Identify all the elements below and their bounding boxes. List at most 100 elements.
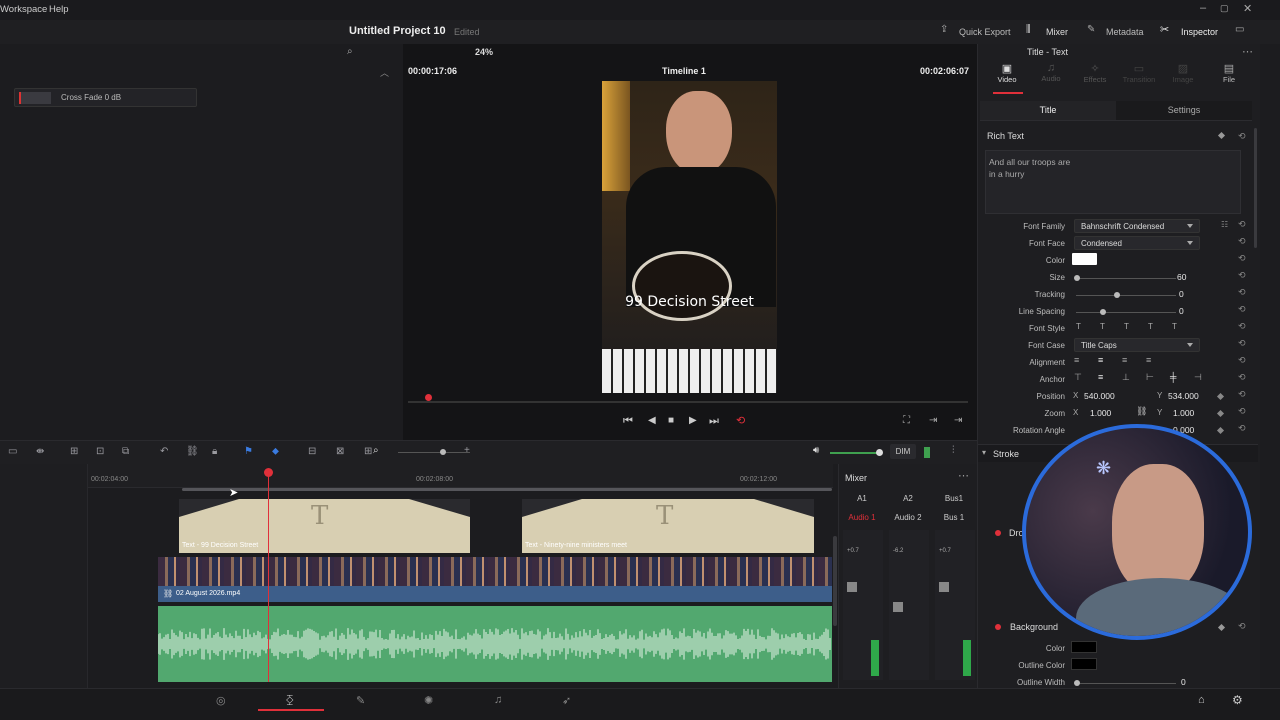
- title-clip-2[interactable]: T Text - Ninety-nine ministers meet: [522, 499, 814, 553]
- anchor-bottom-icon[interactable]: ⊥: [1122, 372, 1130, 383]
- mixer-button[interactable]: Mixer: [1046, 27, 1068, 37]
- font-face-reset-icon[interactable]: ⟲: [1238, 236, 1246, 247]
- position-reset-icon[interactable]: ⟲: [1238, 389, 1246, 400]
- minimize-icon[interactable]: –: [1200, 2, 1206, 14]
- timeline-name[interactable]: Timeline 1: [662, 66, 706, 76]
- export-icon[interactable]: ⇪: [940, 24, 948, 35]
- align-left-icon[interactable]: ≡: [1074, 355, 1079, 365]
- tracking-slider-knob[interactable]: [1114, 292, 1120, 298]
- timeline-playhead-head[interactable]: [264, 468, 273, 477]
- quick-export-button[interactable]: Quick Export: [959, 27, 1011, 37]
- tab-effects[interactable]: ✧ Effects: [1073, 62, 1117, 84]
- metadata-button[interactable]: Metadata: [1106, 27, 1144, 37]
- zoom-level[interactable]: 24%: [475, 47, 493, 57]
- loop-icon[interactable]: ⟲: [736, 414, 745, 427]
- font-list-icon[interactable]: ☷: [1221, 220, 1228, 229]
- viewer-playhead[interactable]: [425, 394, 432, 401]
- mixer-layout-icon[interactable]: ⫶: [952, 445, 955, 456]
- rotation-reset-icon[interactable]: ⟲: [1238, 423, 1246, 434]
- zoom-in-icon[interactable]: +: [464, 445, 470, 456]
- tab-file[interactable]: ▤ File: [1207, 62, 1251, 84]
- line-spacing-slider-knob[interactable]: [1100, 309, 1106, 315]
- fairlight-page-icon[interactable]: ♫: [494, 694, 502, 706]
- zoom-detail-icon[interactable]: ⊠: [336, 446, 344, 457]
- play-icon[interactable]: ▶: [689, 415, 697, 426]
- inspector-scrollbar[interactable]: [1254, 128, 1257, 248]
- reverse-icon[interactable]: ◀: [648, 415, 656, 426]
- tracking-slider[interactable]: [1076, 292, 1176, 298]
- tab-video[interactable]: ▣ Video: [985, 62, 1029, 84]
- bg-outline-width-value[interactable]: 0: [1181, 677, 1186, 687]
- channel-1-fader[interactable]: [847, 582, 857, 592]
- align-right-icon[interactable]: ≡: [1122, 355, 1127, 365]
- mixer-options-icon[interactable]: ⋯: [958, 469, 969, 482]
- bg-outline-width-slider[interactable]: [1074, 680, 1176, 686]
- font-family-reset-icon[interactable]: ⟲: [1238, 219, 1246, 230]
- channel-2-fader[interactable]: [893, 602, 903, 612]
- replace-icon[interactable]: ⧉: [122, 446, 129, 457]
- inspector-icon[interactable]: ✂: [1160, 23, 1169, 36]
- anchor-reset-icon[interactable]: ⟲: [1238, 372, 1246, 383]
- search-icon[interactable]: ⌕: [347, 46, 353, 57]
- align-justify-icon[interactable]: ≡: [1146, 355, 1151, 365]
- alignment-reset-icon[interactable]: ⟲: [1238, 355, 1246, 366]
- fusion-page-icon[interactable]: ✎: [356, 694, 365, 707]
- home-icon[interactable]: ⌂: [1198, 694, 1205, 706]
- timeline-vscroll[interactable]: [833, 536, 837, 626]
- select-tool-icon[interactable]: ▭: [8, 446, 17, 457]
- metadata-icon[interactable]: ✎: [1087, 24, 1095, 35]
- zoom-search-icon[interactable]: ⌕: [373, 445, 379, 456]
- position-y-value[interactable]: 534.000: [1168, 391, 1199, 401]
- bg-outline-width-knob[interactable]: [1074, 680, 1080, 686]
- align-center-icon[interactable]: ≡: [1098, 355, 1103, 365]
- edit-page-icon[interactable]: ⧰: [286, 694, 294, 707]
- timeline-playhead[interactable]: [268, 470, 269, 682]
- settings-gear-icon[interactable]: ⚙: [1232, 693, 1243, 707]
- zoom-custom-icon[interactable]: ⊞: [364, 446, 372, 457]
- snap-icon[interactable]: ↶: [160, 446, 168, 457]
- effects-item[interactable]: Cross Fade 0 dB: [14, 88, 197, 107]
- rich-text-input[interactable]: And all our troops are in a hurry: [985, 150, 1241, 214]
- anchor-right-icon[interactable]: ⊣: [1194, 372, 1202, 383]
- font-case-select[interactable]: Title Caps: [1074, 338, 1200, 352]
- bg-color-swatch[interactable]: [1071, 641, 1097, 653]
- viewer-scrubber[interactable]: [408, 401, 968, 403]
- anchor-center-icon[interactable]: ╪: [1170, 372, 1176, 382]
- style-italic-icon[interactable]: T: [1100, 322, 1105, 331]
- size-slider[interactable]: [1074, 275, 1176, 281]
- overwrite-icon[interactable]: ⊡: [96, 446, 104, 457]
- timeline-zoom-slider[interactable]: [398, 449, 470, 455]
- title-clip-1[interactable]: T Text - 99 Decision Street: [179, 499, 470, 553]
- link-clips-icon[interactable]: ⛓: [186, 446, 199, 457]
- color-page-icon[interactable]: ✺: [424, 694, 433, 707]
- close-icon[interactable]: ✕: [1243, 2, 1252, 15]
- zoom-keyframe-icon[interactable]: [1216, 409, 1225, 418]
- trim-tool-icon[interactable]: ⇼: [36, 446, 44, 457]
- video-clip[interactable]: ⛓ 02 August 2026.mp4: [158, 557, 832, 602]
- menu-workspace[interactable]: Workspace: [0, 4, 47, 15]
- timeline-zoom-knob[interactable]: [440, 449, 446, 455]
- font-style-reset-icon[interactable]: ⟲: [1238, 321, 1246, 332]
- drop-shadow-toggle[interactable]: [995, 530, 1001, 536]
- tab-transition[interactable]: ▭ Transition: [1117, 62, 1161, 84]
- tracking-value[interactable]: 0: [1179, 289, 1184, 299]
- tab-audio[interactable]: ♫ Audio: [1029, 62, 1073, 83]
- inspector-button[interactable]: Inspector: [1181, 27, 1218, 37]
- deliver-page-icon[interactable]: ➶: [562, 694, 571, 707]
- mixer-icon[interactable]: ⫼: [1026, 24, 1031, 35]
- subtab-settings[interactable]: Settings: [1116, 101, 1252, 115]
- volume-knob[interactable]: [876, 449, 883, 456]
- bg-outline-swatch[interactable]: [1071, 658, 1097, 670]
- rich-text-reset-icon[interactable]: ⟲: [1238, 131, 1246, 142]
- monitor-icon[interactable]: ▭: [1235, 24, 1244, 35]
- tracking-reset-icon[interactable]: ⟲: [1238, 287, 1246, 298]
- link-icon[interactable]: ⛓: [1136, 406, 1147, 417]
- zoom-fit-icon[interactable]: ⊟: [308, 446, 316, 457]
- panel-collapse-icon[interactable]: ︿: [380, 66, 389, 79]
- go-to-end-icon[interactable]: ⏭: [709, 415, 719, 428]
- font-face-select[interactable]: Condensed: [1074, 236, 1200, 250]
- more-options-icon[interactable]: ⋯: [1242, 45, 1253, 58]
- dim-button[interactable]: DIM: [890, 444, 916, 459]
- stop-icon[interactable]: ■: [668, 415, 674, 426]
- style-normal-icon[interactable]: T: [1076, 322, 1081, 331]
